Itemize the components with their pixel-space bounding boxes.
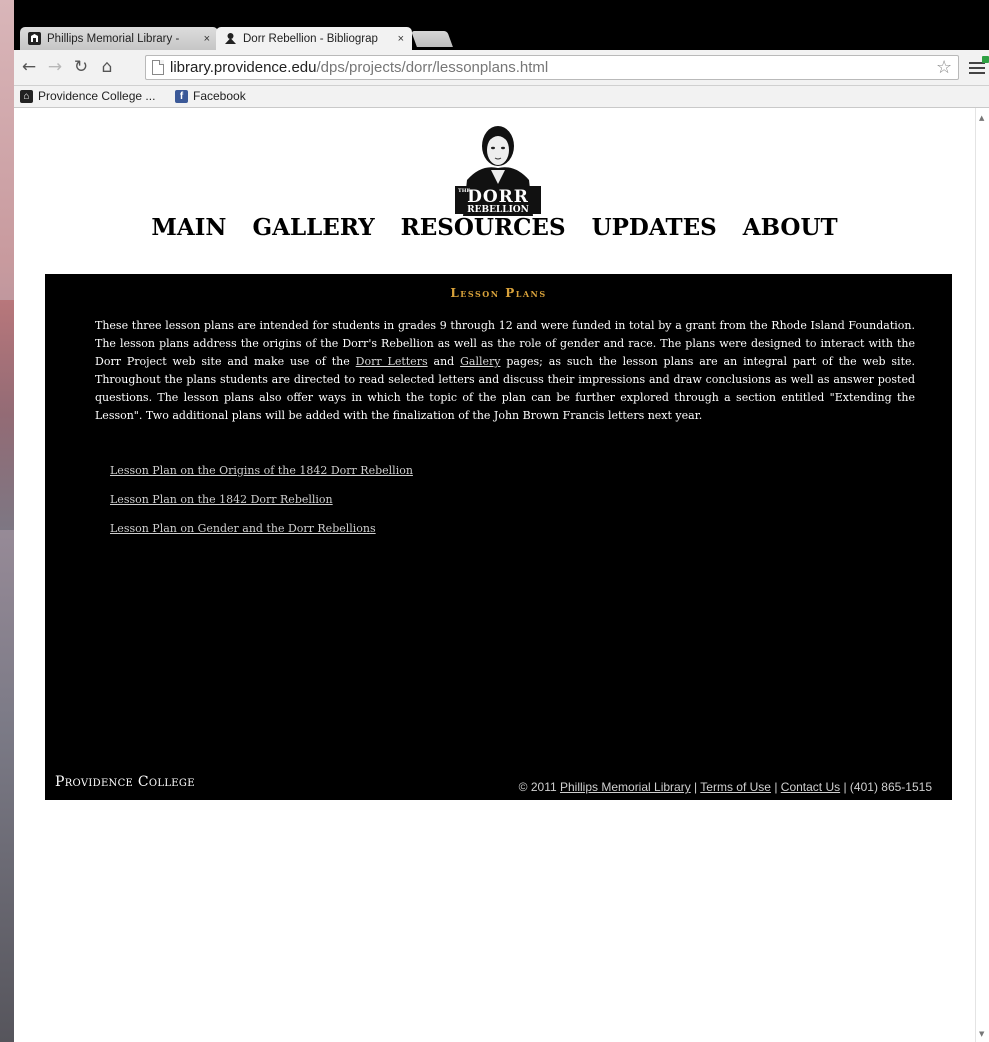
bookmark-facebook[interactable]: f Facebook [175,89,246,103]
address-bar[interactable]: library.providence.edu/dps/projects/dorr… [145,55,959,80]
lesson-plan-gender-link[interactable]: Lesson Plan on Gender and the Dorr Rebel… [110,520,413,538]
separator: | [770,780,781,794]
dorr-rebellion-logo[interactable]: THE DORR REBELLION [441,112,555,216]
logo-dorr: DORR [467,187,529,207]
scroll-down-icon[interactable]: ▼ [979,1030,984,1038]
separator: | [690,780,701,794]
nav-gallery[interactable]: GALLERY [252,214,374,248]
desktop-background [0,0,14,1042]
url-path: /dps/projects/dorr/lessonplans.html [316,59,549,76]
tab-strip: Phillips Memorial Library - × Dorr Rebel… [14,0,989,50]
dorr-portrait-icon [224,32,237,45]
home-icon[interactable]: ⌂ [96,56,118,78]
update-badge-icon [982,56,989,63]
copyright-text: © 2011 [518,780,560,794]
bookmark-label: Facebook [193,89,246,103]
bookmark-star-icon[interactable]: ☆ [936,57,952,78]
intro-paragraph: These three lesson plans are intended fo… [95,317,915,425]
phone-number: | (401) 865-1515 [840,780,932,794]
tab-close-icon[interactable]: × [204,33,210,45]
bookmark-providence-college[interactable]: ⌂ Providence College ... [20,89,155,103]
tab-phillips-library[interactable]: Phillips Memorial Library - × [20,27,218,50]
tab-title: Dorr Rebellion - Bibliograp [243,32,378,45]
college-seal-icon: ⌂ [20,89,33,103]
bookmark-label: Providence College ... [38,89,156,103]
footer-brand: Providence College [55,774,195,790]
new-tab-button[interactable] [411,31,453,47]
tab-close-icon[interactable]: × [398,33,404,45]
college-seal-icon [28,32,41,45]
nav-updates[interactable]: UPDATES [592,214,717,248]
contact-us-link[interactable]: Contact Us [781,780,840,794]
phillips-library-link[interactable]: Phillips Memorial Library [560,780,691,794]
scroll-up-icon[interactable]: ▲ [979,114,984,122]
reload-icon[interactable]: ↻ [70,56,92,78]
site-navigation: MAIN GALLERY RESOURCES UPDATES ABOUT [14,214,975,248]
tab-dorr-rebellion[interactable]: Dorr Rebellion - Bibliograp × [216,27,412,50]
content-panel: Lesson Plans These three lesson plans ar… [45,274,952,800]
tab-title: Phillips Memorial Library - [47,32,180,45]
chrome-menu-icon[interactable] [969,62,985,74]
nav-resources[interactable]: RESOURCES [401,214,566,248]
lesson-plan-origins-link[interactable]: Lesson Plan on the Origins of the 1842 D… [110,462,413,480]
browser-window: Phillips Memorial Library - × Dorr Rebel… [14,0,989,1042]
nav-about[interactable]: ABOUT [743,214,838,248]
dorr-letters-link[interactable]: Dorr Letters [356,355,428,368]
lesson-plan-list: Lesson Plan on the Origins of the 1842 D… [110,462,413,549]
page-icon [152,60,164,75]
url-host: library.providence.edu [170,59,317,76]
bookmarks-bar: ⌂ Providence College ... f Facebook [14,86,989,108]
footer-info: © 2011 Phillips Memorial Library | Terms… [519,780,932,794]
vertical-scrollbar[interactable]: ▲ ▼ [975,108,989,1042]
browser-toolbar: ← → ↻ ⌂ library.providence.edu/dps/proje… [14,50,989,86]
page-viewport: THE DORR REBELLION MAIN GALLERY RESOURCE… [14,108,989,1042]
forward-arrow-icon[interactable]: → [44,56,66,78]
facebook-icon: f [175,89,188,103]
terms-of-use-link[interactable]: Terms of Use [700,780,771,794]
lesson-plan-1842-link[interactable]: Lesson Plan on the 1842 Dorr Rebellion [110,491,413,509]
intro-text: and [427,355,461,368]
back-arrow-icon[interactable]: ← [18,56,40,78]
gallery-link[interactable]: Gallery [460,355,500,368]
nav-main[interactable]: MAIN [151,214,226,248]
page-title: Lesson Plans [450,286,547,300]
